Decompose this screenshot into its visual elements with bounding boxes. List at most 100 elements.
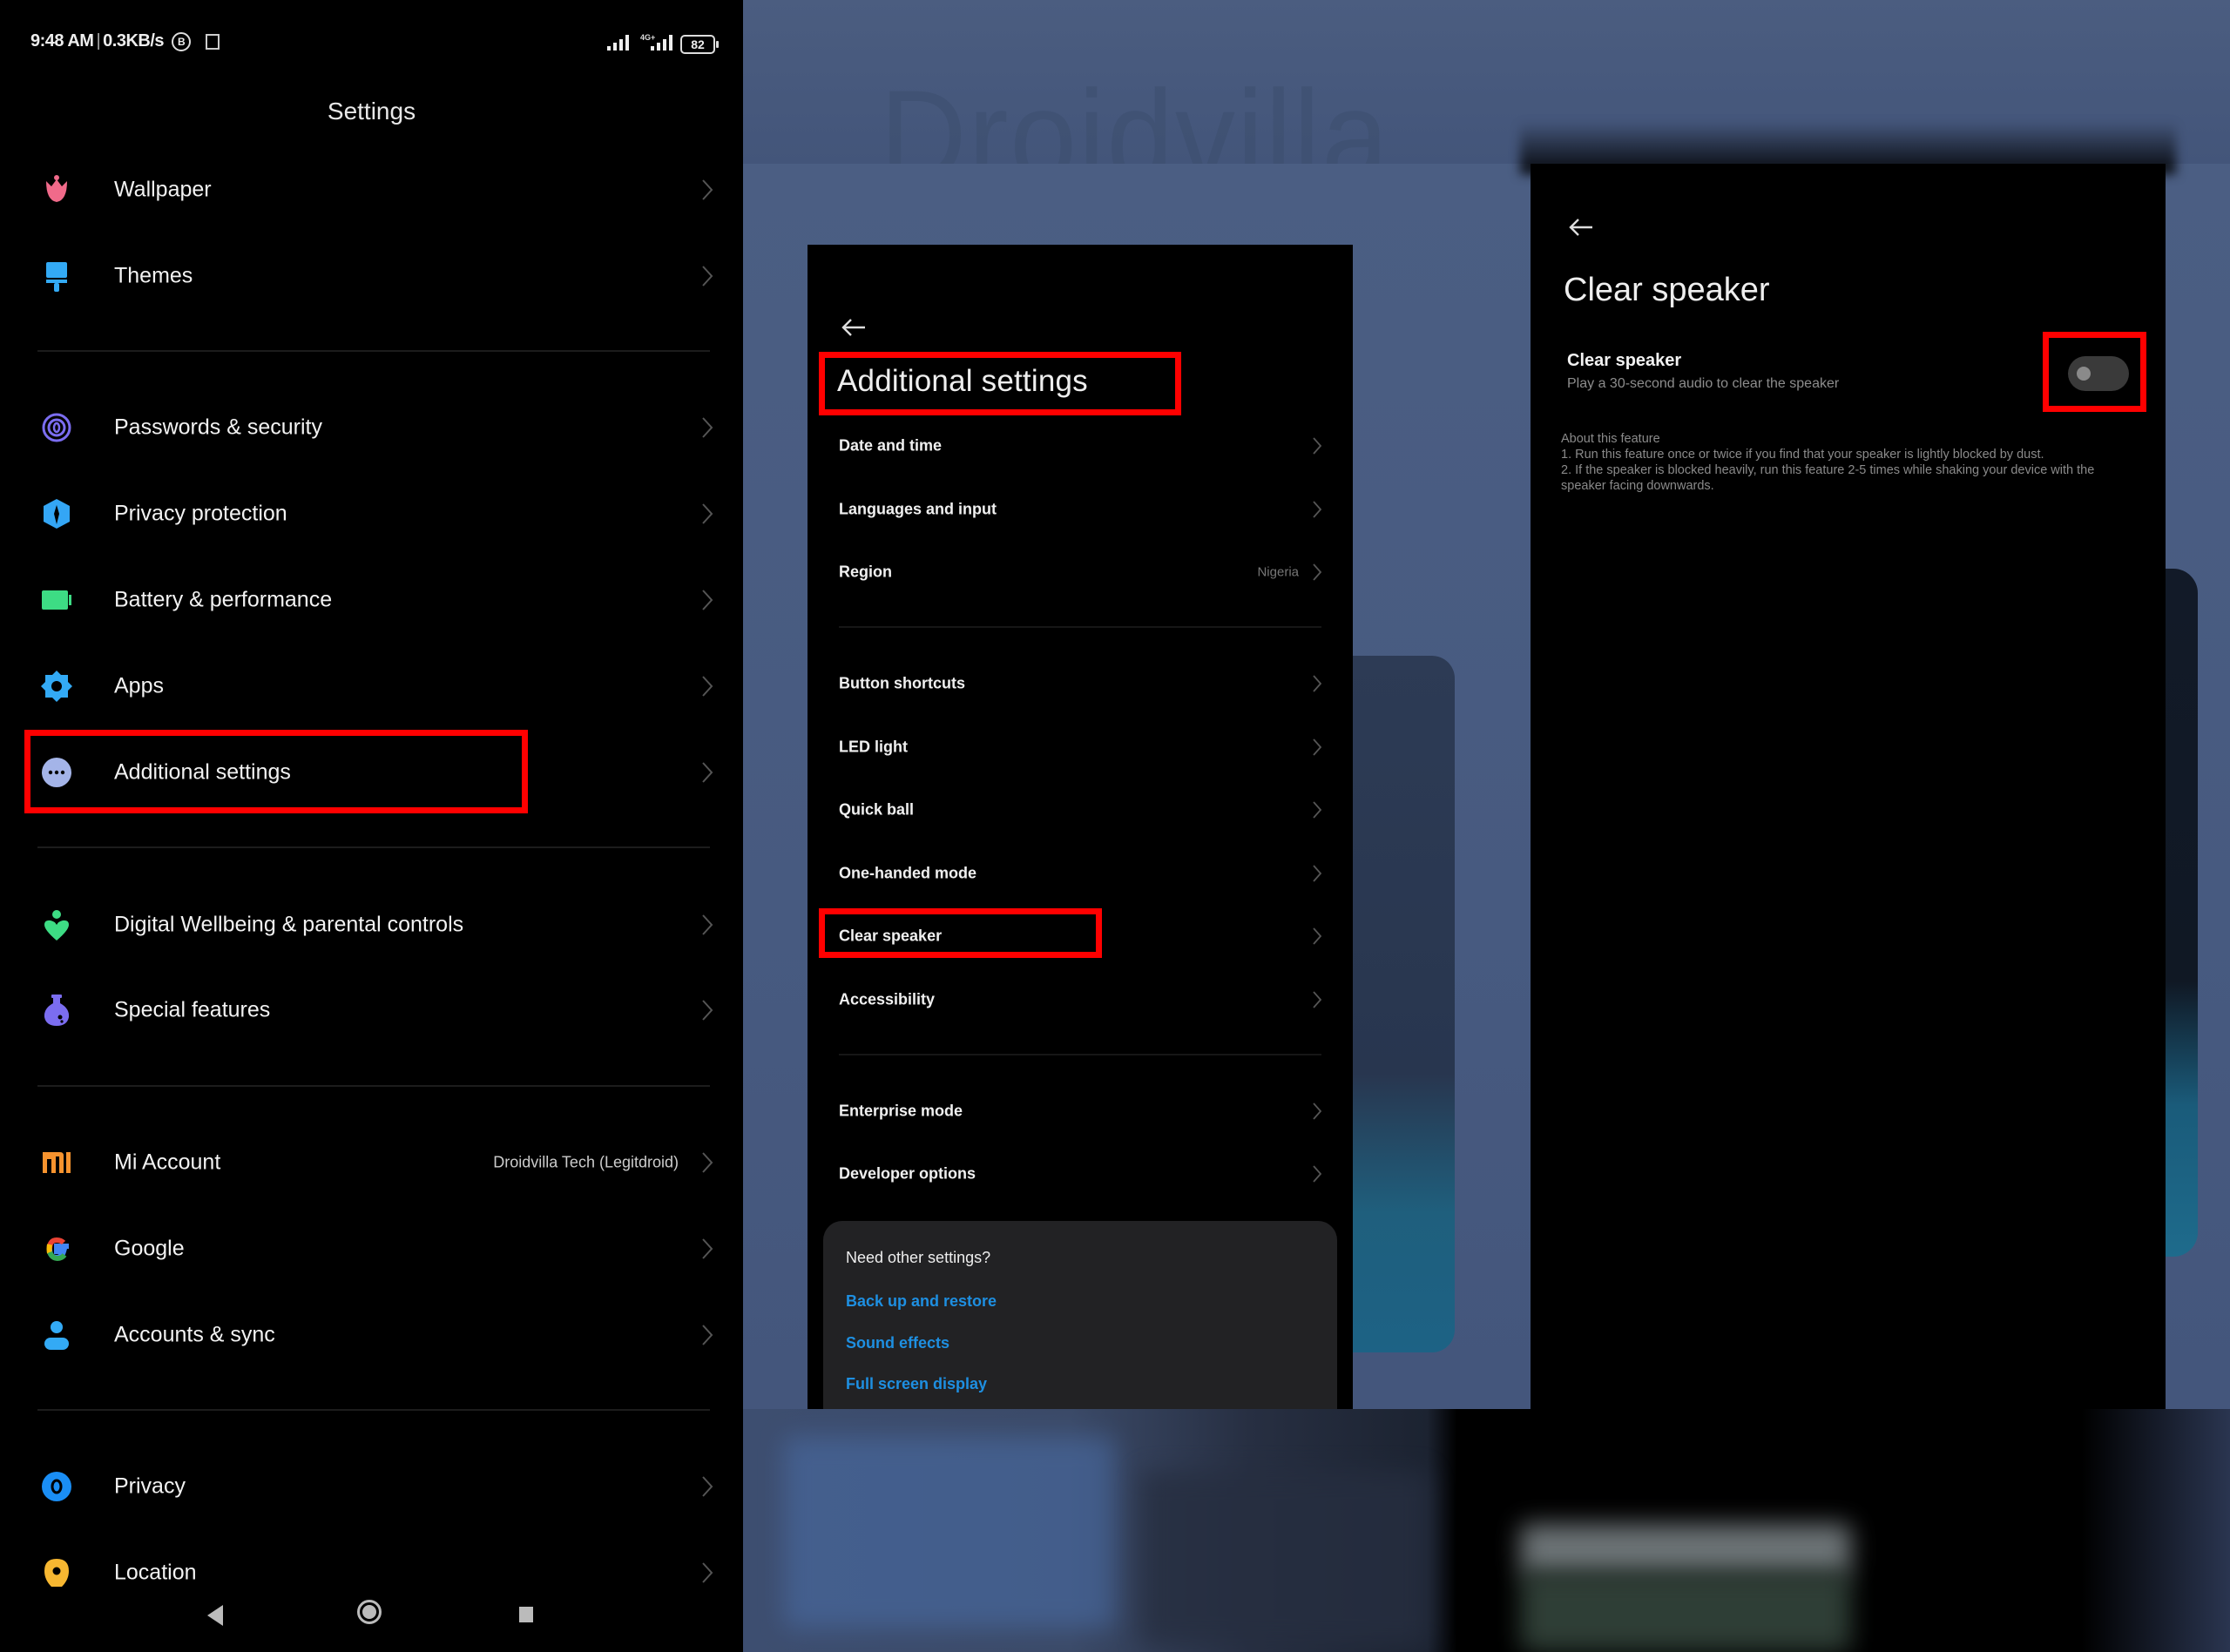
chevron-right-icon — [1313, 738, 1321, 756]
settings-item-privacy[interactable]: Privacy — [0, 1452, 743, 1521]
chevron-right-icon — [702, 590, 713, 610]
chevron-right-icon — [1313, 801, 1321, 819]
back-arrow-icon[interactable] — [1568, 218, 1594, 237]
chevron-right-icon — [702, 1325, 713, 1345]
settings-item-label: Digital Wellbeing & parental controls — [114, 912, 464, 937]
chevron-right-icon — [1313, 927, 1321, 945]
chevron-right-icon — [702, 1000, 713, 1021]
settings-item-languages-input[interactable]: Languages and input — [808, 483, 1353, 536]
settings-item-region[interactable]: Region Nigeria — [808, 546, 1353, 598]
settings-item-label: Apps — [114, 673, 164, 698]
section-divider — [37, 1409, 710, 1411]
section-divider — [37, 350, 710, 352]
settings-item-developer-options[interactable]: Developer options — [808, 1148, 1353, 1200]
settings-item-special-features[interactable]: Special features — [0, 975, 743, 1045]
eye-icon — [42, 1472, 71, 1501]
status-time: 9:48 AM — [30, 31, 94, 51]
gear-icon — [41, 671, 72, 702]
settings-item-apps[interactable]: Apps — [0, 651, 743, 721]
navigation-bar — [0, 1598, 743, 1635]
settings-item-label: Mi Account — [114, 1150, 221, 1175]
settings-item-battery-performance[interactable]: Battery & performance — [0, 565, 743, 635]
about-line-1: 1. Run this feature once or twice if you… — [1561, 448, 2044, 462]
chevron-right-icon — [702, 762, 713, 783]
mi-logo-icon — [43, 1152, 71, 1173]
settings-item-accessibility[interactable]: Accessibility — [808, 974, 1353, 1026]
screenshot-edit-icon — [206, 33, 220, 50]
link-back-up-restore[interactable]: Back up and restore — [846, 1292, 997, 1311]
network-speed: 0.3KB/s — [103, 31, 165, 51]
chevron-right-icon — [702, 676, 713, 697]
settings-item-label: Battery & performance — [114, 587, 333, 612]
settings-item-label: Special features — [114, 997, 271, 1022]
link-sound-effects[interactable]: Sound effects — [846, 1334, 949, 1352]
chevron-right-icon — [702, 1476, 713, 1497]
settings-item-label: Languages and input — [839, 500, 997, 518]
settings-item-led-light[interactable]: LED light — [808, 721, 1353, 773]
flask-icon — [44, 995, 70, 1026]
battery-icon — [42, 590, 71, 610]
settings-item-label: Date and time — [839, 436, 943, 455]
settings-item-enterprise-mode[interactable]: Enterprise mode — [808, 1085, 1353, 1137]
settings-item-button-shortcuts[interactable]: Button shortcuts — [808, 657, 1353, 710]
chevron-right-icon — [1313, 437, 1321, 455]
chevron-right-icon — [1313, 865, 1321, 882]
settings-item-label: Google — [114, 1236, 185, 1261]
blurred-thumbnail — [1520, 1572, 1851, 1652]
person-icon — [44, 1321, 69, 1350]
chevron-right-icon — [1313, 1102, 1321, 1120]
page-title: Settings — [327, 98, 416, 125]
section-divider — [839, 626, 1321, 628]
highlight-annotation — [24, 730, 528, 813]
settings-item-label: One-handed mode — [839, 864, 977, 882]
nav-home-button[interactable] — [357, 1600, 382, 1624]
shield-icon — [44, 499, 70, 529]
background-recent-app-card — [2166, 569, 2198, 1257]
chevron-right-icon — [1313, 675, 1321, 692]
location-pin-icon — [44, 1559, 69, 1587]
settings-item-label: Privacy protection — [114, 501, 287, 526]
chevron-right-icon — [702, 417, 713, 438]
blurred-thumbnail — [1520, 1524, 1851, 1576]
settings-item-google[interactable]: Google — [0, 1214, 743, 1284]
additional-settings-screen: Additional settings Date and time Langua… — [808, 245, 1353, 1409]
settings-item-passwords-security[interactable]: Passwords & security — [0, 393, 743, 462]
page-title: Clear speaker — [1564, 272, 1770, 308]
link-full-screen-display[interactable]: Full screen display — [846, 1375, 987, 1393]
settings-item-label: Quick ball — [839, 800, 915, 819]
chevron-right-icon — [702, 179, 713, 200]
chevron-right-icon — [1313, 1165, 1321, 1183]
clear-speaker-subtitle: Play a 30-second audio to clear the spea… — [1567, 376, 1840, 391]
settings-item-location[interactable]: Location — [0, 1538, 743, 1608]
b-badge-icon: B — [172, 31, 192, 51]
section-divider — [839, 1054, 1321, 1055]
settings-item-one-handed-mode[interactable]: One-handed mode — [808, 847, 1353, 900]
settings-item-wallpaper[interactable]: Wallpaper — [0, 155, 743, 225]
settings-item-label: Privacy — [114, 1473, 186, 1499]
chevron-right-icon — [702, 266, 713, 287]
blurred-thumbnail — [784, 1437, 1115, 1628]
settings-screen: 9:48 AM | 0.3KB/s B 4G+ 82 Settings Wallpa… — [0, 0, 743, 1652]
settings-item-date-time[interactable]: Date and time — [808, 420, 1353, 472]
settings-item-mi-account[interactable]: Mi Account Droidvilla Tech (Legitdroid) — [0, 1128, 743, 1197]
nav-back-button[interactable] — [207, 1605, 223, 1626]
suggestions-card: Need other settings? Back up and restore… — [823, 1221, 1337, 1409]
settings-item-themes[interactable]: Themes — [0, 241, 743, 311]
settings-item-digital-wellbeing[interactable]: Digital Wellbeing & parental controls — [0, 890, 743, 960]
section-divider — [37, 846, 710, 848]
settings-item-quick-ball[interactable]: Quick ball — [808, 784, 1353, 836]
suggestions-heading: Need other settings? — [846, 1249, 991, 1266]
highlight-annotation — [2043, 332, 2146, 412]
back-arrow-icon[interactable] — [841, 318, 867, 337]
settings-item-accounts-sync[interactable]: Accounts & sync — [0, 1300, 743, 1370]
settings-item-label: Button shortcuts — [839, 674, 965, 692]
settings-item-privacy-protection[interactable]: Privacy protection — [0, 479, 743, 549]
signal-icon — [607, 35, 629, 51]
chevron-right-icon — [1313, 991, 1321, 1008]
settings-item-label: Themes — [114, 263, 193, 288]
background-recent-app-card — [1353, 656, 1455, 1352]
nav-recents-button[interactable] — [519, 1607, 533, 1622]
battery-indicator: 82 — [680, 35, 719, 54]
settings-item-label: Location — [114, 1560, 197, 1585]
account-name: Droidvilla Tech (Legitdroid) — [493, 1153, 679, 1171]
